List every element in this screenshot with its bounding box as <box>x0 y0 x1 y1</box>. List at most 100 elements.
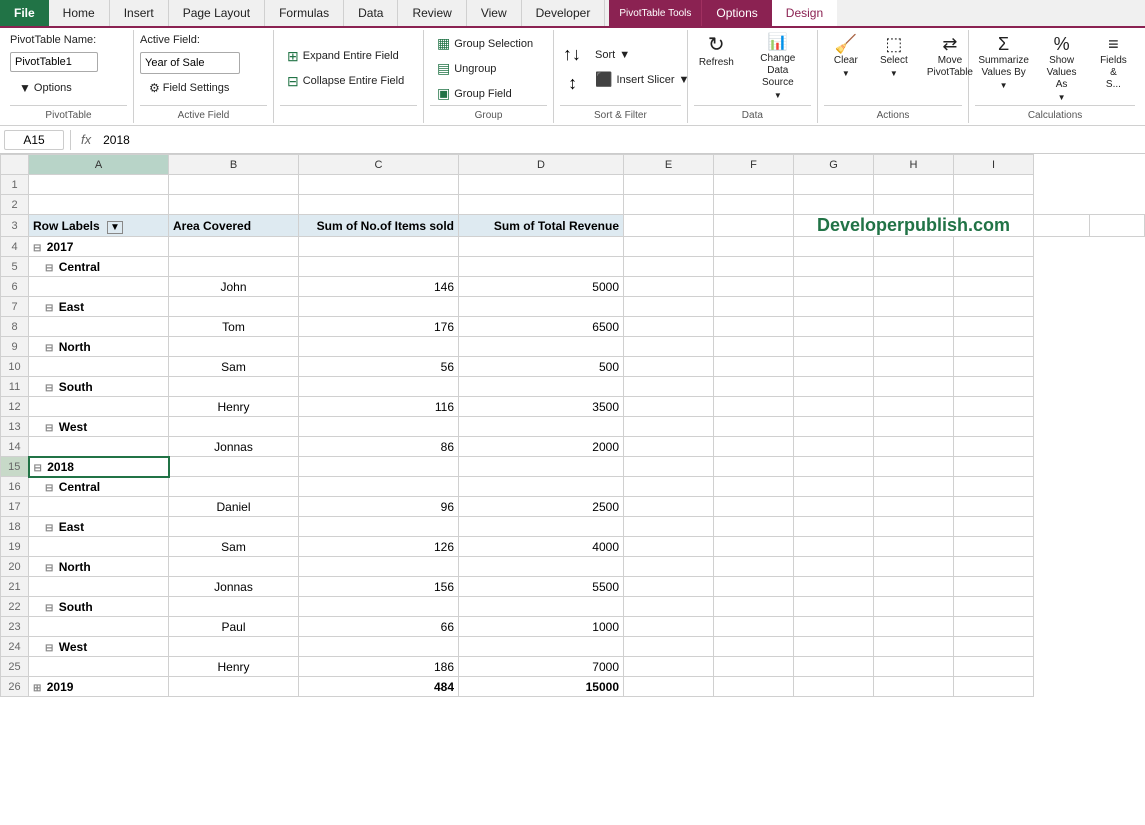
cell-e24[interactable] <box>624 637 714 657</box>
tab-formulas[interactable]: Formulas <box>265 0 344 26</box>
cell-d1[interactable] <box>459 175 624 195</box>
cell-g13[interactable] <box>794 417 874 437</box>
expand-entire-field-btn[interactable]: ⊞ Expand Entire Field <box>280 45 406 68</box>
cell-g16[interactable] <box>794 477 874 497</box>
cell-h4[interactable] <box>874 237 954 257</box>
cell-d21[interactable]: 5500 <box>459 577 624 597</box>
cell-d10[interactable]: 500 <box>459 357 624 377</box>
cell-h13[interactable] <box>874 417 954 437</box>
cell-i4[interactable] <box>954 237 1034 257</box>
select-btn[interactable]: ⬚ Select ▼ <box>872 32 916 81</box>
cell-f21[interactable] <box>714 577 794 597</box>
tab-home[interactable]: Home <box>49 0 110 26</box>
cell-h23[interactable] <box>874 617 954 637</box>
cell-i15[interactable] <box>954 457 1034 477</box>
cell-f2[interactable] <box>714 195 794 215</box>
cell-e18[interactable] <box>624 517 714 537</box>
cell-c17[interactable]: 96 <box>299 497 459 517</box>
cell-f24[interactable] <box>714 637 794 657</box>
cell-g25[interactable] <box>794 657 874 677</box>
cell-a12[interactable] <box>29 397 169 417</box>
cell-b1[interactable] <box>169 175 299 195</box>
cell-reference-box[interactable] <box>4 130 64 150</box>
cell-d14[interactable]: 2000 <box>459 437 624 457</box>
collapse-east-2017[interactable]: ⊟ <box>45 303 53 314</box>
cell-g8[interactable] <box>794 317 874 337</box>
cell-b10[interactable]: Sam <box>169 357 299 377</box>
cell-c8[interactable]: 176 <box>299 317 459 337</box>
cell-b14[interactable]: Jonnas <box>169 437 299 457</box>
cell-d13[interactable] <box>459 417 624 437</box>
cell-f20[interactable] <box>714 557 794 577</box>
cell-b13[interactable] <box>169 417 299 437</box>
cell-f3[interactable] <box>714 215 794 237</box>
cell-i25[interactable] <box>954 657 1034 677</box>
cell-g5[interactable] <box>794 257 874 277</box>
sort-desc-btn[interactable]: ↕ <box>565 70 580 97</box>
cell-g18[interactable] <box>794 517 874 537</box>
col-header-a[interactable]: A <box>29 155 169 175</box>
cell-e21[interactable] <box>624 577 714 597</box>
cell-b21[interactable]: Jonnas <box>169 577 299 597</box>
col-header-f[interactable]: F <box>714 155 794 175</box>
cell-a20[interactable]: ⊟ North <box>29 557 169 577</box>
cell-h15[interactable] <box>874 457 954 477</box>
cell-h20[interactable] <box>874 557 954 577</box>
cell-i6[interactable] <box>954 277 1034 297</box>
cell-a16[interactable]: ⊟ Central <box>29 477 169 497</box>
cell-a24[interactable]: ⊟ West <box>29 637 169 657</box>
cell-h19[interactable] <box>874 537 954 557</box>
cell-b4[interactable] <box>169 237 299 257</box>
cell-e12[interactable] <box>624 397 714 417</box>
cell-c12[interactable]: 116 <box>299 397 459 417</box>
cell-c18[interactable] <box>299 517 459 537</box>
cell-d24[interactable] <box>459 637 624 657</box>
cell-d11[interactable] <box>459 377 624 397</box>
cell-a18[interactable]: ⊟ East <box>29 517 169 537</box>
cell-i3[interactable] <box>1089 215 1145 237</box>
cell-f13[interactable] <box>714 417 794 437</box>
cell-c10[interactable]: 56 <box>299 357 459 377</box>
cell-f25[interactable] <box>714 657 794 677</box>
cell-g7[interactable] <box>794 297 874 317</box>
cell-h17[interactable] <box>874 497 954 517</box>
cell-b17[interactable]: Daniel <box>169 497 299 517</box>
cell-b23[interactable]: Paul <box>169 617 299 637</box>
cell-g11[interactable] <box>794 377 874 397</box>
cell-d25[interactable]: 7000 <box>459 657 624 677</box>
options-btn[interactable]: ▼ Options <box>10 78 81 98</box>
cell-g12[interactable] <box>794 397 874 417</box>
cell-h21[interactable] <box>874 577 954 597</box>
cell-a1[interactable] <box>29 175 169 195</box>
cell-a22[interactable]: ⊟ South <box>29 597 169 617</box>
cell-b25[interactable]: Henry <box>169 657 299 677</box>
cell-e13[interactable] <box>624 417 714 437</box>
cell-e9[interactable] <box>624 337 714 357</box>
cell-a5[interactable]: ⊟ Central <box>29 257 169 277</box>
cell-a21[interactable] <box>29 577 169 597</box>
cell-i20[interactable] <box>954 557 1034 577</box>
cell-h16[interactable] <box>874 477 954 497</box>
col-header-b[interactable]: B <box>169 155 299 175</box>
cell-h26[interactable] <box>874 677 954 697</box>
collapse-entire-field-btn[interactable]: ⊟ Collapse Entire Field <box>280 70 411 93</box>
cell-d5[interactable] <box>459 257 624 277</box>
cell-e11[interactable] <box>624 377 714 397</box>
cell-i8[interactable] <box>954 317 1034 337</box>
col-header-h[interactable]: H <box>874 155 954 175</box>
cell-area-covered[interactable]: Area Covered <box>169 215 299 237</box>
cell-b2[interactable] <box>169 195 299 215</box>
cell-c22[interactable] <box>299 597 459 617</box>
cell-e3[interactable] <box>624 215 714 237</box>
cell-h6[interactable] <box>874 277 954 297</box>
cell-f8[interactable] <box>714 317 794 337</box>
cell-a6[interactable] <box>29 277 169 297</box>
cell-e19[interactable] <box>624 537 714 557</box>
cell-i26[interactable] <box>954 677 1034 697</box>
cell-a14[interactable] <box>29 437 169 457</box>
cell-g15[interactable] <box>794 457 874 477</box>
cell-g21[interactable] <box>794 577 874 597</box>
show-values-as-btn[interactable]: % ShowValues As ▼ <box>1036 32 1087 105</box>
cell-f23[interactable] <box>714 617 794 637</box>
cell-sum-revenue[interactable]: Sum of Total Revenue <box>459 215 624 237</box>
